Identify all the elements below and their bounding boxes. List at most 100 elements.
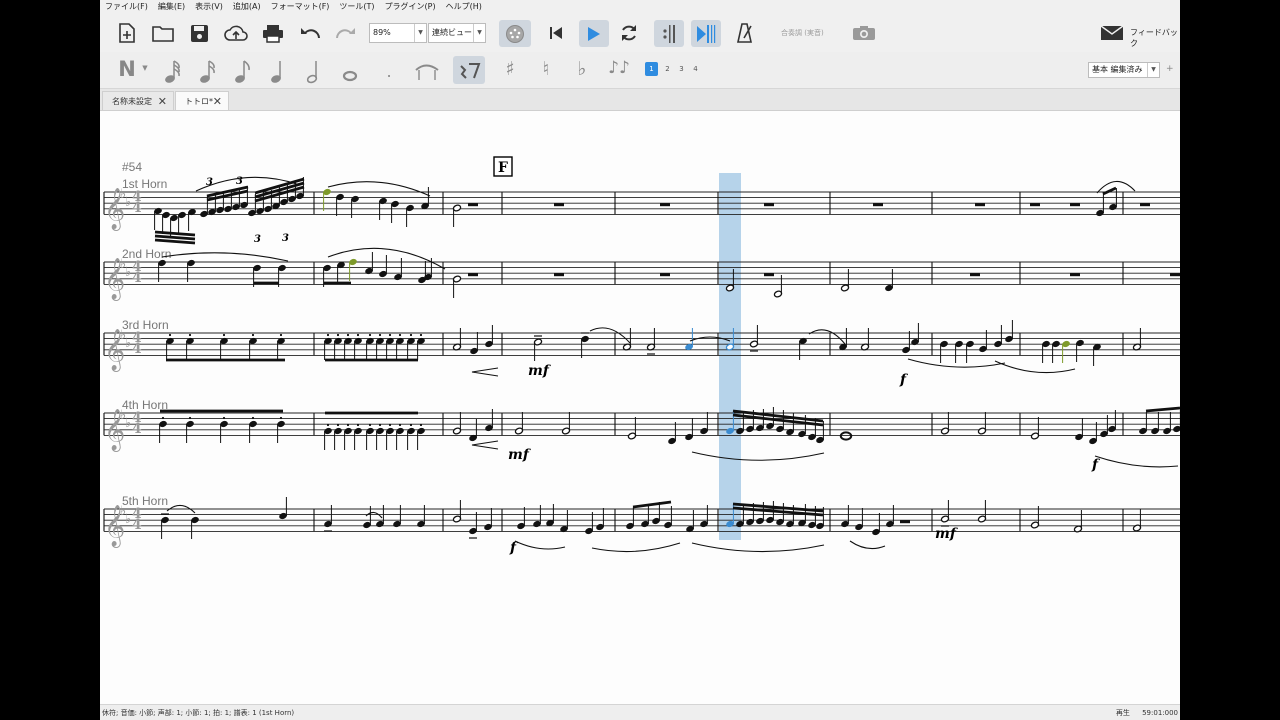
notation: 3 33 3mffmfffmf (154, 176, 1180, 556)
tab-label: トトロ* (185, 97, 213, 106)
sharp-icon[interactable]: ♯ (502, 58, 518, 80)
staccato (398, 423, 402, 427)
view-mode-value: 連続ビュー (432, 28, 472, 37)
feedback-label[interactable]: フィードバック (1130, 27, 1180, 49)
beam (154, 238, 196, 245)
menu-format[interactable]: フォーマット(F) (266, 0, 335, 14)
redo-button[interactable] (333, 22, 359, 44)
pan-icon (697, 24, 716, 43)
slur (589, 327, 631, 344)
staccato (378, 333, 382, 337)
rewind-button[interactable] (545, 23, 567, 43)
menu-view[interactable]: 表示(V) (190, 0, 228, 14)
slur (1094, 455, 1179, 468)
upload-button[interactable] (223, 22, 249, 44)
dynamic: f (899, 372, 909, 388)
natural-icon[interactable]: ♮ (538, 58, 554, 80)
zoom-value: 89% (373, 28, 391, 37)
new-file-button[interactable] (116, 22, 138, 44)
menu-help[interactable]: ヘルプ(H) (441, 0, 487, 14)
chevron-down-icon[interactable]: ▼ (140, 64, 150, 72)
slur (327, 181, 431, 197)
whole-rest (873, 203, 883, 207)
note-whole-icon[interactable] (342, 70, 358, 82)
voice-2-button[interactable]: 2 (661, 62, 674, 76)
tab-untitled[interactable]: 名称未設定 ✕ (102, 91, 174, 110)
close-icon[interactable]: ✕ (213, 92, 222, 111)
key-flat: ♭ (125, 512, 131, 527)
close-icon[interactable]: ✕ (158, 92, 167, 111)
note-input-toolbar: N ▼ . ♯ ♮ ♭ ♪♪ 1 2 3 4 基本 編集済み ▼ + (100, 52, 1180, 89)
add-workspace-button[interactable]: + (1166, 64, 1174, 74)
menu-add[interactable]: 追加(A) (228, 0, 266, 14)
play-button[interactable] (579, 20, 609, 47)
crescendo (471, 367, 499, 377)
midi-input-button[interactable] (499, 20, 531, 47)
instrument-name: 1st Horn (122, 177, 167, 191)
score-page[interactable]: #54 F 1st Horn𝄞♭♭ 442nd Horn𝄞♭♭ 443rd Horn… (100, 111, 1180, 704)
tab-totoro[interactable]: トトロ* ✕ (175, 91, 229, 110)
folder-icon (152, 26, 174, 42)
menu-edit[interactable]: 編集(E) (153, 0, 190, 14)
menu-file[interactable]: ファイル(F) (100, 0, 153, 14)
staccato (409, 423, 413, 427)
workspace-select[interactable]: 基本 編集済み ▼ (1088, 62, 1160, 78)
staccato (346, 333, 350, 337)
feedback-button[interactable] (1099, 24, 1125, 42)
measure-number: #54 (122, 160, 142, 174)
loop-icon (622, 25, 636, 41)
flip-direction-icon[interactable]: ♪♪ (608, 58, 630, 78)
note-quarter-icon[interactable] (270, 58, 286, 84)
view-mode-select[interactable]: 連続ビュー ▼ (428, 23, 486, 43)
menu-tools[interactable]: ツール(T) (334, 0, 379, 14)
beam (632, 500, 672, 509)
beam (154, 234, 196, 241)
dynamic: mf (935, 526, 959, 542)
redo-icon (336, 28, 355, 39)
tuplet-number: 3 (282, 233, 289, 244)
time-signature: 4 (132, 270, 142, 286)
loop-button[interactable] (617, 22, 641, 44)
voice-1-button[interactable]: 1 (645, 62, 658, 76)
slur (808, 329, 846, 345)
key-flat: ♭ (125, 416, 131, 431)
whole-rest (660, 203, 670, 207)
voice-4-button[interactable]: 4 (689, 62, 702, 76)
voice-3-button[interactable]: 3 (675, 62, 688, 76)
save-button[interactable] (188, 22, 210, 44)
note-64th-icon[interactable] (164, 58, 184, 84)
cloud-upload-icon (224, 25, 248, 41)
open-button[interactable] (151, 22, 175, 44)
flat-icon[interactable]: ♭ (574, 58, 590, 80)
menu-plugins[interactable]: プラグイン(P) (380, 0, 441, 14)
staccato (388, 423, 392, 427)
image-capture-button[interactable] (851, 23, 877, 43)
undo-button[interactable] (297, 22, 323, 44)
zoom-select[interactable]: 89% ▼ (369, 23, 427, 43)
note-half-icon[interactable] (306, 58, 322, 84)
pan-score-button[interactable] (691, 20, 721, 47)
score-canvas[interactable]: #54 F 1st Horn 𝄞 ♭ ♭ 4 4 2nd Horn 𝄞 ♭ ♭ 4 4 3rd Horn… (100, 111, 1180, 704)
key-flat: ♭ (125, 336, 131, 351)
concert-pitch-toggle[interactable]: 合奏調 (実音) (781, 28, 824, 38)
mode-label: 再生 (1115, 709, 1130, 717)
note-16th-icon[interactable] (234, 58, 254, 84)
metronome-button[interactable] (733, 22, 757, 44)
print-button[interactable] (260, 22, 286, 44)
rest-button[interactable] (453, 56, 485, 84)
play-repeats-button[interactable] (654, 20, 684, 47)
beam (1102, 186, 1117, 196)
whole-rest (1140, 203, 1150, 207)
staccato (188, 333, 192, 337)
staccato (251, 416, 255, 420)
rehearsal-mark: F (498, 160, 508, 176)
note-32nd-icon[interactable] (199, 58, 219, 84)
instrument-name: 5th Horn (122, 494, 168, 508)
note-input-mode-button[interactable]: N (116, 57, 138, 81)
tie-icon[interactable] (413, 60, 441, 82)
dot-icon[interactable]: . (384, 62, 394, 81)
metronome-icon (737, 23, 752, 43)
workspace-value: 基本 編集済み (1092, 65, 1143, 74)
staccato (326, 423, 330, 427)
note (1173, 425, 1180, 433)
